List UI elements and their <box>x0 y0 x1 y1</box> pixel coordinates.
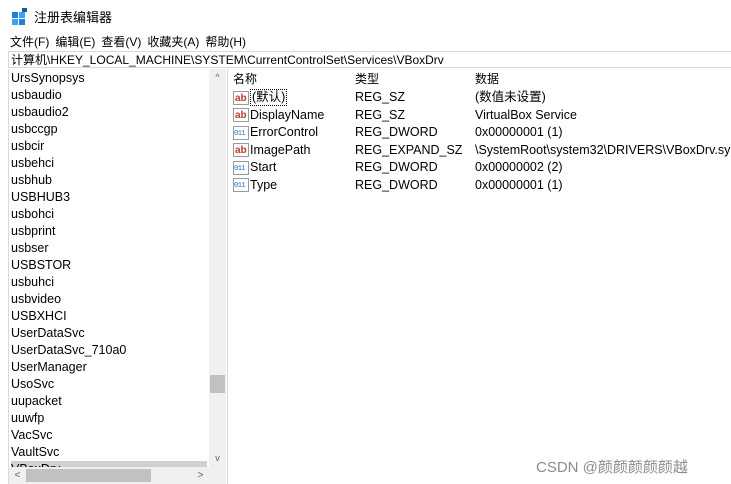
value-data: 0x00000001 (1) <box>475 177 563 192</box>
value-name-cell[interactable]: (默认) <box>233 89 288 107</box>
values-header: 名称 类型 数据 <box>229 71 731 88</box>
value-data: \SystemRoot\system32\DRIVERS\VBoxDrv.sy <box>475 142 731 157</box>
column-header-name[interactable]: 名称 <box>233 71 257 88</box>
binary-value-icon <box>233 160 249 178</box>
tree-item[interactable]: UserManager <box>11 359 207 376</box>
tree-item[interactable]: usbuhci <box>11 274 207 291</box>
tree-vertical-scrollbar[interactable]: ^ v <box>209 69 226 467</box>
tree-item[interactable]: USBHUB3 <box>11 189 207 206</box>
tree-item[interactable]: usbaudio2 <box>11 104 207 121</box>
scroll-right-icon[interactable]: > <box>192 467 209 484</box>
tree-item[interactable]: usbser <box>11 240 207 257</box>
tree-item[interactable]: usbprint <box>11 223 207 240</box>
tree-vertical-scroll-thumb[interactable] <box>210 375 225 393</box>
watermark: CSDN @颜颜颜颜颜越 <box>536 459 688 476</box>
menu-view[interactable]: 查看(V) <box>101 33 141 50</box>
column-header-data[interactable]: 数据 <box>475 71 499 88</box>
tree-item[interactable]: USBSTOR <box>11 257 207 274</box>
tree-item[interactable]: UsoSvc <box>11 376 207 393</box>
tree-item[interactable]: usbccgp <box>11 121 207 138</box>
value-data: (数值未设置) <box>475 90 546 104</box>
value-name: ErrorControl <box>250 125 319 139</box>
value-name-cell[interactable]: Type <box>233 177 278 196</box>
value-type: REG_SZ <box>355 90 406 104</box>
value-name-cell[interactable]: DisplayName <box>233 107 324 125</box>
binary-value-icon <box>233 125 249 143</box>
value-row[interactable]: Type REG_DWORD 0x00000001 (1) <box>229 177 731 196</box>
value-name: Type <box>250 177 278 192</box>
tree-item[interactable]: uupacket <box>11 393 207 410</box>
tree-item[interactable]: VacSvc <box>11 427 207 444</box>
tree-item[interactable]: VaultSvc <box>11 444 207 461</box>
scroll-up-icon[interactable]: ^ <box>209 69 226 86</box>
menu-favorites[interactable]: 收藏夹(A) <box>147 33 199 50</box>
tree-horizontal-scroll-thumb[interactable] <box>26 469 151 482</box>
menu-bar: 文件(F) 编辑(E) 查看(V) 收藏夹(A) 帮助(H) <box>0 32 731 50</box>
tree-horizontal-scrollbar[interactable]: < > <box>9 467 209 484</box>
menu-help[interactable]: 帮助(H) <box>205 33 246 50</box>
value-name-cell[interactable]: ImagePath <box>233 142 310 160</box>
tree-item[interactable]: usbhub <box>11 172 207 189</box>
regedit-icon <box>12 8 28 25</box>
tree-item[interactable]: uuwfp <box>11 410 207 427</box>
menu-file[interactable]: 文件(F) <box>10 33 49 50</box>
value-type: REG_DWORD <box>355 177 438 192</box>
scroll-left-icon[interactable]: < <box>9 467 26 484</box>
value-name: Start <box>250 160 277 174</box>
tree-item[interactable]: UserDataSvc_710a0 <box>11 342 207 359</box>
tree-item[interactable]: usbvideo <box>11 291 207 308</box>
value-type: REG_SZ <box>355 107 406 122</box>
column-header-type[interactable]: 类型 <box>355 71 379 88</box>
tree-item[interactable]: usbcir <box>11 138 207 155</box>
value-name: DisplayName <box>250 107 325 122</box>
value-type: REG_DWORD <box>355 125 438 139</box>
scrollbar-corner <box>209 467 226 484</box>
value-row[interactable]: (默认) REG_SZ (数值未设置) <box>229 89 731 107</box>
value-name-cell[interactable]: Start <box>233 159 277 178</box>
string-value-icon <box>233 90 249 107</box>
value-name-cell[interactable]: ErrorControl <box>233 124 319 143</box>
value-row[interactable]: Start REG_DWORD 0x00000002 (2) <box>229 159 731 178</box>
string-value-icon <box>233 107 249 125</box>
value-data: 0x00000002 (2) <box>475 160 563 174</box>
title-bar: 注册表编辑器 <box>0 0 731 32</box>
binary-value-icon <box>233 178 249 196</box>
scroll-down-icon[interactable]: v <box>209 450 226 467</box>
menu-edit[interactable]: 编辑(E) <box>55 33 95 50</box>
tree-item[interactable]: usbohci <box>11 206 207 223</box>
address-bar[interactable]: 计算机\HKEY_LOCAL_MACHINE\SYSTEM\CurrentCon… <box>8 51 731 68</box>
tree-item[interactable]: USBXHCI <box>11 308 207 325</box>
tree-item[interactable]: usbehci <box>11 155 207 172</box>
key-tree: UrsSynopsys usbaudio usbaudio2 usbccgp usbci… <box>11 70 207 478</box>
tree-item[interactable]: UserDataSvc <box>11 325 207 342</box>
value-data: 0x00000001 (1) <box>475 125 563 139</box>
value-row[interactable]: ErrorControl REG_DWORD 0x00000001 (1) <box>229 124 731 143</box>
value-row[interactable]: ImagePath REG_EXPAND_SZ \SystemRoot\system… <box>229 142 731 160</box>
window-title: 注册表编辑器 <box>34 9 113 25</box>
value-type: REG_EXPAND_SZ <box>355 142 463 157</box>
string-value-icon <box>233 142 249 160</box>
key-tree-pane: UrsSynopsys usbaudio usbaudio2 usbccgp usbci… <box>8 69 228 484</box>
value-name: (默认) <box>250 89 288 106</box>
address-path: 计算机\HKEY_LOCAL_MACHINE\SYSTEM\CurrentCon… <box>11 53 444 67</box>
values-pane: 名称 类型 数据 (默认) REG_SZ (数值未设置) DisplayName REG… <box>229 69 731 484</box>
tree-item[interactable]: UrsSynopsys <box>11 70 207 87</box>
value-type: REG_DWORD <box>355 160 438 174</box>
value-data: VirtualBox Service <box>475 107 577 122</box>
value-row[interactable]: DisplayName REG_SZ VirtualBox Service <box>229 107 731 125</box>
tree-item[interactable]: usbaudio <box>11 87 207 104</box>
value-name: ImagePath <box>250 142 311 157</box>
